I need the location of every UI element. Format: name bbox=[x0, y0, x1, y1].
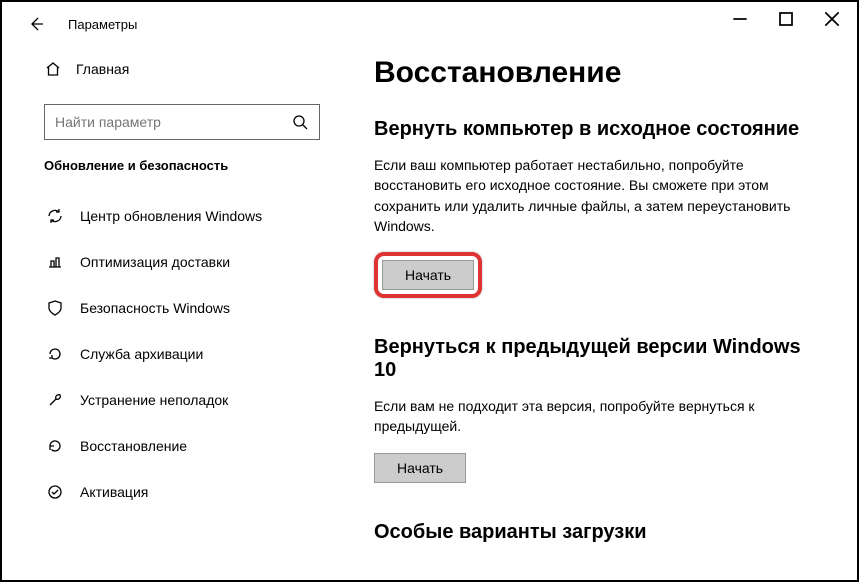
sidebar-item-troubleshoot[interactable]: Устранение неполадок bbox=[44, 377, 320, 423]
close-icon bbox=[824, 11, 840, 27]
search-icon bbox=[291, 114, 309, 130]
delivery-icon bbox=[46, 254, 64, 270]
goback-section: Вернуться к предыдущей версии Windows 10… bbox=[374, 336, 827, 483]
advanced-section: Особые варианты загрузки bbox=[374, 521, 827, 544]
close-button[interactable] bbox=[809, 4, 855, 34]
sidebar-item-label: Служба архивации bbox=[80, 346, 203, 362]
activation-icon bbox=[46, 484, 64, 500]
reset-start-button[interactable]: Начать bbox=[382, 260, 474, 290]
recovery-icon bbox=[46, 438, 64, 454]
page-title: Восстановление bbox=[374, 56, 827, 90]
titlebar: Параметры bbox=[2, 2, 857, 46]
reset-section: Вернуть компьютер в исходное состояние Е… bbox=[374, 118, 827, 298]
home-icon bbox=[44, 61, 62, 77]
sidebar-item-label: Восстановление bbox=[80, 438, 187, 454]
sidebar-item-delivery-optimization[interactable]: Оптимизация доставки bbox=[44, 239, 320, 285]
sidebar-section-title: Обновление и безопасность bbox=[44, 158, 320, 173]
sidebar-home[interactable]: Главная bbox=[44, 48, 320, 90]
sidebar-item-windows-update[interactable]: Центр обновления Windows bbox=[44, 193, 320, 239]
sync-icon bbox=[46, 208, 64, 224]
sidebar-home-label: Главная bbox=[76, 61, 129, 77]
arrow-left-icon bbox=[28, 16, 44, 32]
reset-text: Если ваш компьютер работает нестабильно,… bbox=[374, 155, 804, 236]
sidebar-item-label: Активация bbox=[80, 484, 148, 500]
sidebar-item-label: Оптимизация доставки bbox=[80, 254, 230, 270]
search-input[interactable] bbox=[55, 114, 291, 130]
maximize-icon bbox=[778, 11, 794, 27]
minimize-icon bbox=[732, 11, 748, 27]
shield-icon bbox=[46, 300, 64, 316]
sidebar-item-label: Безопасность Windows bbox=[80, 300, 230, 316]
sidebar-item-recovery[interactable]: Восстановление bbox=[44, 423, 320, 469]
sidebar: Главная Обновление и безопасность Центр … bbox=[2, 46, 332, 580]
goback-heading: Вернуться к предыдущей версии Windows 10 bbox=[374, 336, 827, 382]
search-box[interactable] bbox=[44, 104, 320, 140]
sidebar-item-label: Центр обновления Windows bbox=[80, 208, 262, 224]
sidebar-item-backup[interactable]: Служба архивации bbox=[44, 331, 320, 377]
advanced-heading: Особые варианты загрузки bbox=[374, 521, 827, 544]
maximize-button[interactable] bbox=[763, 4, 809, 34]
window-controls bbox=[717, 4, 855, 34]
goback-start-button[interactable]: Начать bbox=[374, 453, 466, 483]
highlight-annotation: Начать bbox=[374, 252, 482, 298]
wrench-icon bbox=[46, 392, 64, 408]
window-title: Параметры bbox=[68, 17, 137, 32]
sidebar-item-windows-security[interactable]: Безопасность Windows bbox=[44, 285, 320, 331]
main: Восстановление Вернуть компьютер в исход… bbox=[332, 46, 857, 580]
minimize-button[interactable] bbox=[717, 4, 763, 34]
reset-heading: Вернуть компьютер в исходное состояние bbox=[374, 118, 827, 141]
sidebar-item-label: Устранение неполадок bbox=[80, 392, 228, 408]
content: Главная Обновление и безопасность Центр … bbox=[2, 46, 857, 580]
backup-icon bbox=[46, 346, 64, 362]
goback-text: Если вам не подходит эта версия, попробу… bbox=[374, 396, 804, 437]
back-button[interactable] bbox=[20, 8, 52, 40]
sidebar-item-activation[interactable]: Активация bbox=[44, 469, 320, 515]
